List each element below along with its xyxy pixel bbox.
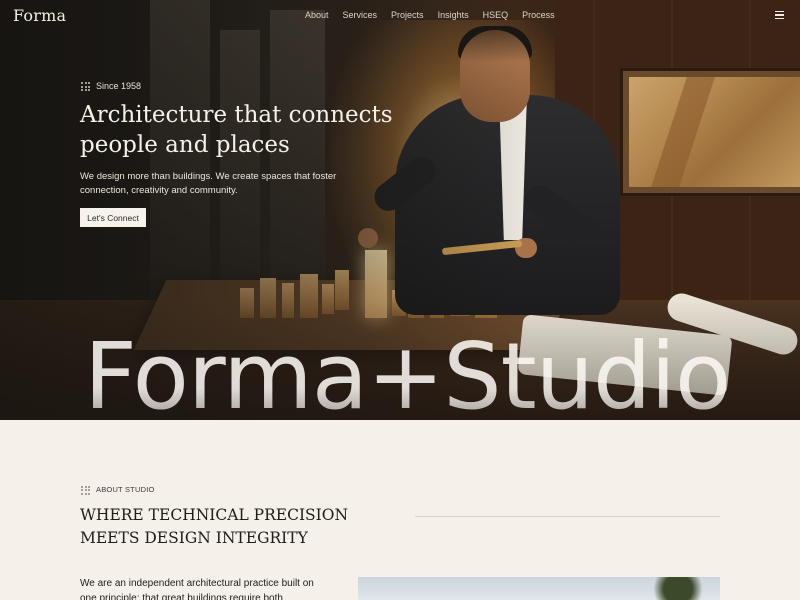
site-logo[interactable]: Forma (13, 6, 66, 25)
dot-grid-icon (81, 82, 90, 92)
divider (415, 516, 720, 517)
nav-link-about[interactable]: About (305, 10, 329, 20)
hamburger-menu-icon[interactable] (775, 11, 784, 20)
nav-link-projects[interactable]: Projects (391, 10, 424, 20)
nav-links: About Services Projects Insights HSEQ Pr… (305, 10, 555, 20)
nav-link-services[interactable]: Services (343, 10, 378, 20)
about-eyebrow-text: ABOUT STUDIO (96, 485, 155, 494)
about-body-text: We are an independent architectural prac… (80, 578, 314, 600)
lets-connect-button[interactable]: Let's Connect (80, 208, 146, 227)
about-eyebrow: ABOUT STUDIO (81, 485, 155, 495)
nav-link-process[interactable]: Process (522, 10, 555, 20)
hero-subtitle: We design more than buildings. We create… (80, 171, 337, 196)
nav-link-insights[interactable]: Insights (438, 10, 469, 20)
top-navigation: Forma About Services Projects Insights H… (0, 0, 800, 32)
dot-grid-icon (81, 485, 90, 495)
nav-link-hseq[interactable]: HSEQ (483, 10, 509, 20)
hero-eyebrow: Since 1958 (81, 81, 142, 92)
about-title: WHERE TECHNICAL PRECISION MEETS DESIGN I… (80, 506, 349, 547)
hero-eyebrow-text: Since 1958 (96, 81, 142, 91)
hero-brand-wordmark: Forma+Studio (84, 323, 731, 420)
hero-title: Architecture that connects people and pl… (80, 102, 393, 158)
about-image (358, 577, 720, 600)
